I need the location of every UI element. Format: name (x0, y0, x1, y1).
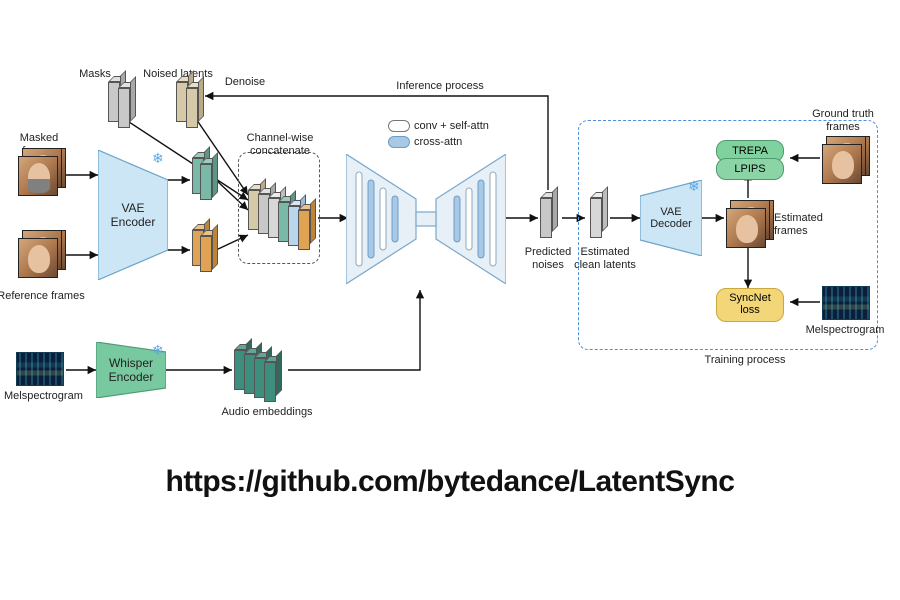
label-concat: Channel-wise concatenate (238, 132, 322, 157)
unet-block (346, 154, 506, 284)
legend-crossattn: cross-attn (388, 136, 528, 149)
snowflake-icon-vae-dec: ❄ (688, 178, 700, 195)
masks-slab2 (118, 88, 130, 128)
legend-conv-selfattn: conv + self-attn (388, 120, 528, 133)
vae-encoder-block: VAE Encoder (98, 150, 168, 280)
lpips-pill: LPIPS (716, 158, 784, 180)
predicted-noises-slab (540, 198, 552, 238)
url-text: https://github.com/bytedance/LatentSync (0, 465, 900, 499)
whisper-encoder-label: Whisper Encoder (96, 356, 166, 384)
label-mel2: Melspectrogram (802, 324, 888, 337)
syncnet-pill: SyncNet loss (716, 288, 784, 322)
legend-conv-text: conv + self-attn (414, 120, 489, 132)
label-mel1: Melspectrogram (4, 390, 80, 403)
concat-slab-6 (298, 210, 310, 250)
label-inference: Inference process (380, 80, 500, 93)
noised-slab2 (186, 88, 198, 128)
masked-frames-stack (18, 148, 66, 196)
snowflake-icon-vae-enc: ❄ (152, 150, 164, 167)
estimated-frames-stack (726, 200, 774, 248)
legend-cap-crossattn-icon (388, 136, 410, 148)
label-ground-truth: Ground truth frames (806, 108, 880, 133)
legend-cross-text: cross-attn (414, 136, 462, 148)
label-reference-frames: Reference frames (0, 290, 86, 303)
label-training: Training process (690, 354, 800, 367)
vae-decoder-label: VAE Decoder (640, 206, 702, 230)
ground-truth-stack (822, 136, 870, 184)
label-denoise: Denoise (220, 76, 270, 89)
enc-out-ref-2 (200, 236, 212, 272)
label-masks: Masks (75, 68, 115, 81)
label-estimated-frames: Estimated frames (774, 212, 834, 237)
reference-frames-stack (18, 230, 66, 278)
diagram-canvas: Masks Noised latents Denoise Inference p… (0, 60, 900, 440)
snowflake-icon-whisper: ❄ (152, 342, 164, 359)
melspectrogram-training (822, 286, 870, 320)
enc-out-masked-2 (200, 164, 212, 200)
vae-encoder-label: VAE Encoder (98, 201, 168, 229)
label-predicted-noises: Predicted noises (520, 246, 576, 271)
melspectrogram-input (16, 352, 64, 386)
legend-cap-selfattn-icon (388, 120, 410, 132)
audio-emb-4 (264, 362, 276, 402)
label-audio-emb: Audio embeddings (212, 406, 322, 419)
